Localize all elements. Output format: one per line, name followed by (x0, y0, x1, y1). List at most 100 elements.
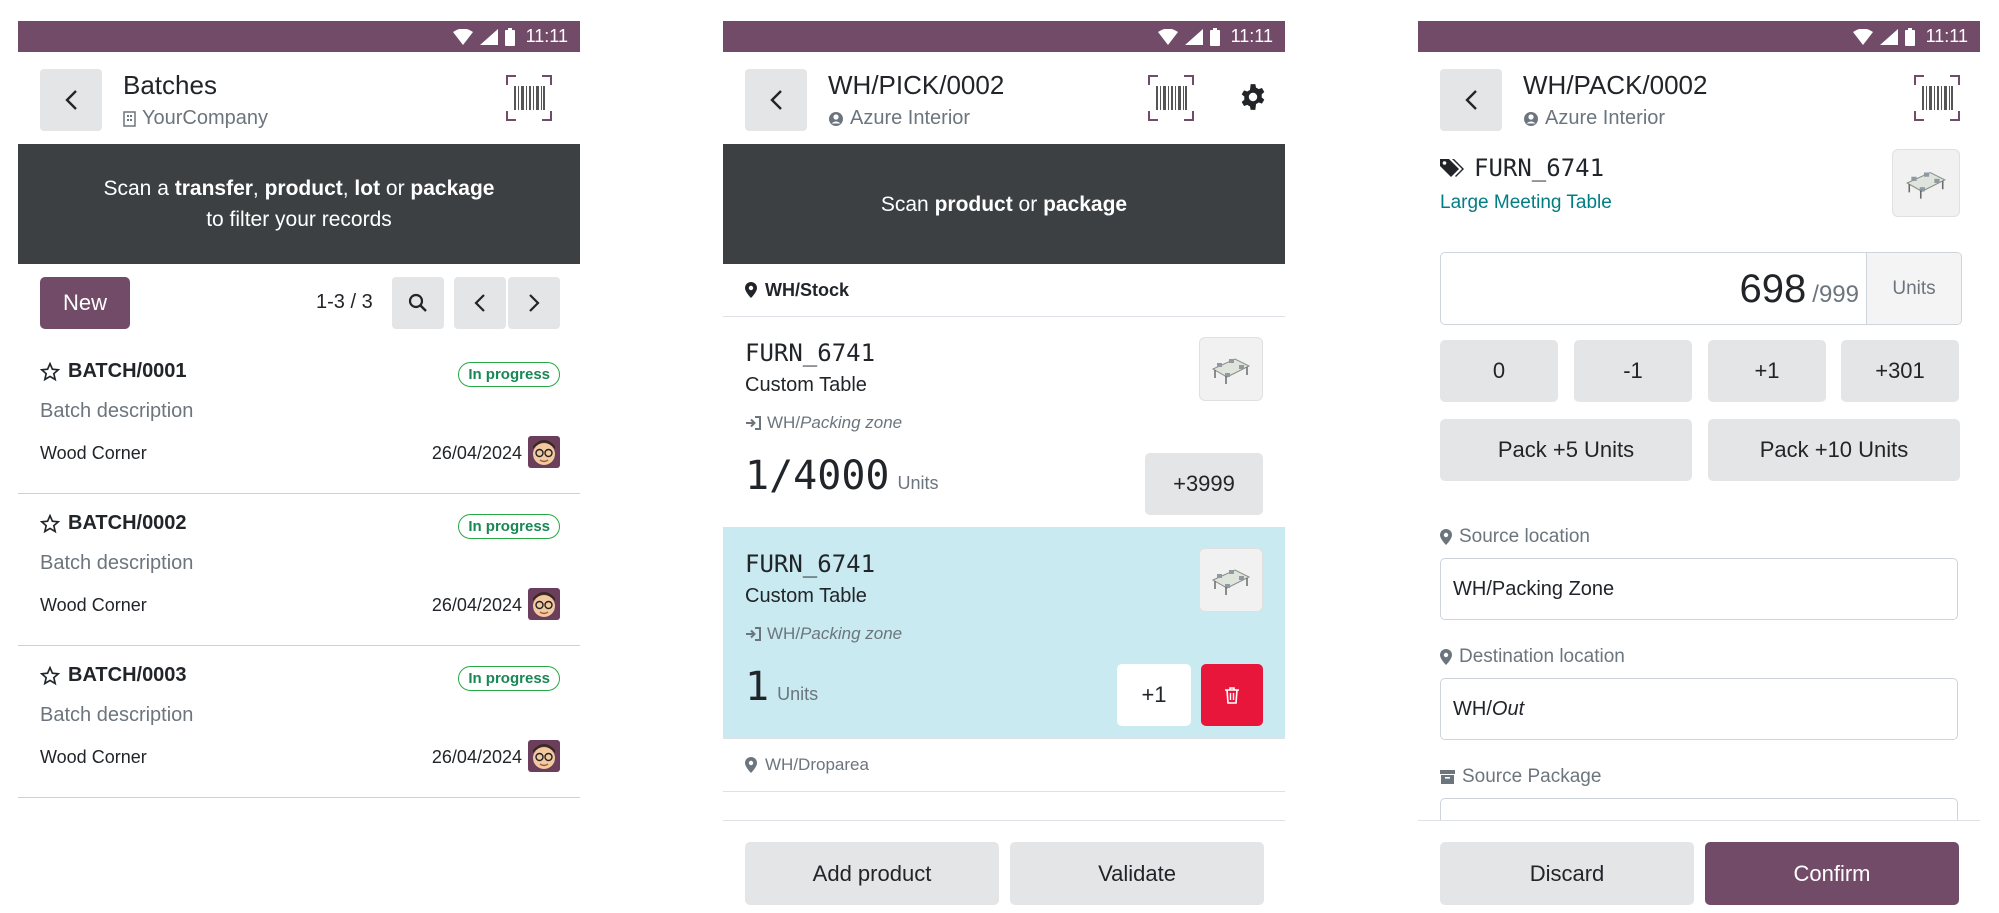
user-circle-icon (1524, 111, 1538, 126)
status-bar: 11:11 (1418, 21, 1980, 52)
header: WH/PICK/0002 Azure Interior (723, 52, 1285, 144)
batches-screen: 11:11 Batches YourCompany Scan a transfe… (18, 21, 580, 913)
batch-name: BATCH/0001 (68, 360, 187, 382)
wifi-icon (1157, 28, 1178, 45)
status-bar: 11:11 (18, 21, 580, 52)
decrement-button[interactable]: -1 (1574, 340, 1692, 402)
footer-actions: Add product Validate (723, 820, 1285, 913)
search-button[interactable] (392, 277, 444, 329)
partner-label: Azure Interior (828, 107, 970, 130)
add-product-button[interactable]: Add product (745, 842, 999, 905)
set-zero-button[interactable]: 0 (1440, 340, 1558, 402)
signal-icon (1184, 28, 1203, 45)
status-badge: In progress (458, 362, 560, 387)
source-location-field[interactable]: WH/Packing Zone (1440, 558, 1958, 620)
chevron-right-icon (529, 294, 540, 312)
back-button[interactable] (40, 69, 102, 131)
trash-icon (1225, 687, 1239, 704)
archive-icon (1440, 770, 1455, 784)
page-title: WH/PACK/0002 (1523, 70, 1708, 100)
scan-banner-line1: Scan a transfer, product, lot or package (103, 177, 495, 200)
picking-screen: 11:11 WH/PICK/0002 Azure Interior Scan p… (723, 21, 1285, 913)
star-icon[interactable] (40, 665, 60, 686)
pager-previous-button[interactable] (454, 277, 506, 329)
product-name: Custom Table (745, 374, 867, 396)
sign-in-icon (746, 416, 761, 430)
pack-line-screen: 11:11 WH/PACK/0002 Azure Interior FURN_6… (1418, 21, 1980, 913)
increment-button[interactable]: +1 (1708, 340, 1826, 402)
batch-description: Batch description (40, 400, 194, 422)
product-name[interactable]: Large Meeting Table (1440, 192, 1612, 214)
barcode-scan-icon[interactable] (1914, 75, 1960, 121)
wifi-icon (452, 28, 473, 45)
product-header: FURN_6741 Large Meeting Table (1418, 144, 1980, 242)
pager-next-button[interactable] (508, 277, 560, 329)
partner-label: Azure Interior (1523, 107, 1665, 130)
avatar (528, 436, 560, 468)
star-icon[interactable] (40, 361, 60, 382)
quantity-unit: Units (897, 473, 939, 493)
pager-value[interactable]: 1-3 / 3 (316, 291, 373, 314)
product-code-row: FURN_6741 (1440, 154, 1604, 182)
new-button[interactable]: New (40, 277, 130, 329)
tags-icon (1440, 159, 1464, 177)
destination-zone: WH/Packing zone (745, 413, 902, 433)
signal-icon (1879, 28, 1898, 45)
barcode-scan-icon[interactable] (1148, 75, 1194, 121)
status-badge: In progress (458, 514, 560, 539)
pack-5-button[interactable]: Pack +5 Units (1440, 419, 1692, 481)
increment-button[interactable]: +1 (1117, 664, 1191, 726)
unit-label: Units (1866, 253, 1961, 324)
list-item[interactable]: BATCH/0001 In progress Batch description… (18, 342, 580, 494)
back-button[interactable] (745, 69, 807, 131)
scan-banner: Scan a transfer, product, lot or package… (18, 144, 580, 264)
list-item[interactable]: BATCH/0002 In progress Batch description… (18, 494, 580, 646)
confirm-button[interactable]: Confirm (1705, 842, 1959, 905)
wifi-icon (1852, 28, 1873, 45)
building-icon (123, 110, 136, 127)
quantity-unit: Units (777, 684, 819, 704)
discard-button[interactable]: Discard (1440, 842, 1694, 905)
company-label: YourCompany (123, 107, 268, 130)
validate-button[interactable]: Validate (1010, 842, 1264, 905)
batch-name: BATCH/0003 (68, 664, 187, 686)
batch-date: 26/04/2024 (431, 747, 522, 767)
user-circle-icon (829, 111, 843, 126)
list-item[interactable]: BATCH/0003 In progress Batch description… (18, 646, 580, 798)
barcode-scan-icon[interactable] (506, 75, 552, 121)
delete-button[interactable] (1201, 664, 1263, 726)
add-remaining-button[interactable]: +301 (1841, 340, 1959, 402)
move-line[interactable]: FURN_6741 Custom Table WH/Packing zone 1… (723, 317, 1285, 528)
status-badge: In progress (458, 666, 560, 691)
add-remaining-button[interactable]: +3999 (1145, 453, 1263, 515)
map-marker-icon (1440, 649, 1452, 665)
control-panel: New 1-3 / 3 (18, 264, 580, 342)
location-header: WH/Droparea (723, 739, 1285, 792)
back-button[interactable] (1440, 69, 1502, 131)
batch-date: 26/04/2024 (431, 595, 522, 615)
header: Batches YourCompany (18, 52, 580, 144)
table-image-icon (1211, 358, 1251, 384)
battery-icon (1904, 27, 1915, 46)
pack-10-button[interactable]: Pack +10 Units (1708, 419, 1960, 481)
product-code: FURN_6741 (1474, 154, 1605, 182)
gear-icon[interactable] (1239, 83, 1267, 111)
status-time: 11:11 (1230, 26, 1273, 46)
batch-description: Batch description (40, 704, 194, 726)
table-image-icon (1211, 569, 1251, 595)
product-image (1892, 149, 1960, 217)
move-line-selected[interactable]: FURN_6741 Custom Table WH/Packing zone 1… (723, 528, 1285, 739)
signal-icon (479, 28, 498, 45)
product-code: FURN_6741 (745, 550, 876, 578)
destination-location-field[interactable]: WH/Out (1440, 678, 1958, 740)
quantity-input[interactable]: 698 /999 Units (1440, 252, 1962, 325)
quantity-demand: /999 (1812, 281, 1859, 308)
destination-zone: WH/Packing zone (745, 624, 902, 644)
destination-location-label: Destination location (1440, 646, 1625, 668)
scan-banner: Scan product or package (723, 144, 1285, 264)
batch-company: Wood Corner (40, 747, 147, 767)
source-package-label: Source Package (1440, 766, 1601, 788)
product-code: FURN_6741 (745, 339, 876, 367)
source-location-label: Source location (1440, 526, 1590, 548)
star-icon[interactable] (40, 513, 60, 534)
